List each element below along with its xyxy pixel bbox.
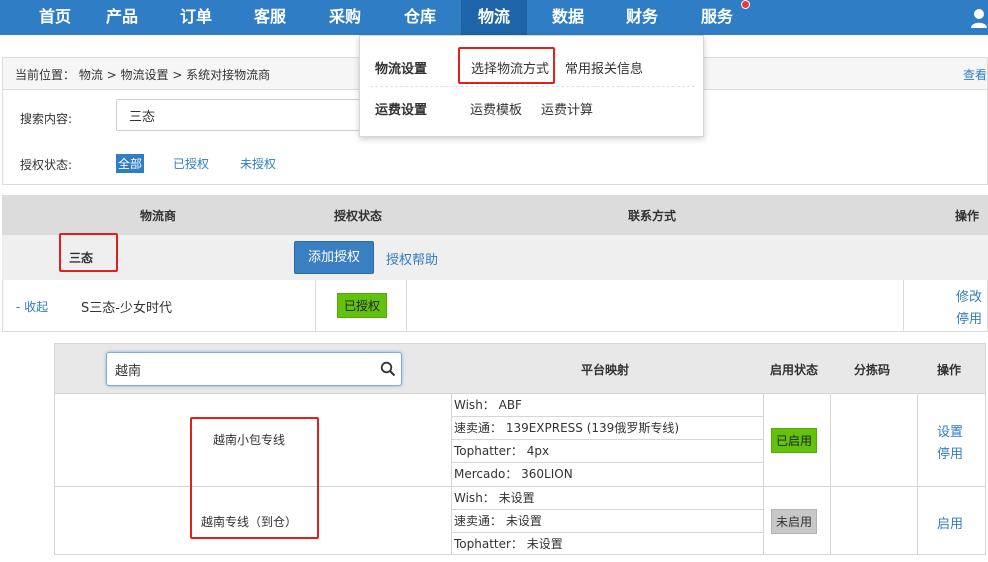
search-input[interactable] [116,99,376,131]
highlight-box [59,233,118,272]
platform-mapping: Tophatter： 未设置 [454,537,563,551]
platform-mapping: 速卖通： 未设置 [452,510,763,533]
header-carrier: 物流商 [140,209,177,223]
divider [903,280,904,332]
auth-status-label: 授权状态: [20,158,73,172]
authorized-badge: 已授权 [337,293,388,318]
platform-mapping: 速卖通： 139EXPRESS (139俄罗斯专线) [452,417,763,440]
header-enable-status: 启用状态 [770,363,819,377]
platform-mapping: Tophatter： 4px [452,440,763,463]
platform-mapping: Wish： 未设置 [452,487,763,510]
highlight-box [458,47,555,84]
search-icon[interactable] [380,361,396,377]
carrier-group-row: 三态 添加授权 授权帮助 [2,235,988,280]
auth-filter-all[interactable]: 全部 [116,154,145,173]
nav-data[interactable]: 数据 [535,0,601,35]
logistics-settings-title: 物流设置 [375,62,428,77]
search-label: 搜索内容: [20,112,73,126]
authorization-help-link[interactable]: 授权帮助 [386,249,438,268]
highlight-box [190,417,319,539]
add-authorization-button[interactable]: 添加授权 [294,241,374,274]
channel-search-input[interactable] [106,352,402,386]
nav-logistics[interactable]: 物流 [461,0,527,35]
table-header: 物流商 授权状态 联系方式 操作 [2,195,988,235]
disabled-badge: 未启用 [771,509,818,534]
divider [830,487,831,554]
menu-item-customs-info[interactable]: 常用报关信息 [565,58,643,77]
platform-mapping: Mercado： 360LION [454,467,573,481]
platform-mapping: Wish： ABF [452,394,763,417]
nav-warehouse[interactable]: 仓库 [387,0,453,35]
vendor-name: S三态-少女时代 [81,301,172,316]
nav-finance[interactable]: 财务 [609,0,675,35]
auth-filter-authorized[interactable]: 已授权 [171,154,211,173]
divider [763,394,764,486]
divider [370,86,695,87]
auth-filter-unauthorized[interactable]: 未授权 [238,154,278,173]
header-actions: 操作 [955,209,980,223]
disable-channel-link[interactable]: 停用 [937,443,963,462]
view-link[interactable]: 查看 [963,66,987,83]
subtable-header: 平台映射 启用状态 分拣码 操作 [55,344,985,394]
freight-settings-title: 运费设置 [375,103,428,118]
disable-link[interactable]: 停用 [956,308,982,327]
settings-link[interactable]: 设置 [937,421,963,440]
menu-item-freight-template[interactable]: 运费模板 [470,99,522,118]
nav-orders[interactable]: 订单 [163,0,229,35]
logistics-dropdown-menu: 物流设置 选择物流方式 常用报关信息 运费设置 运费模板 运费计算 [359,35,704,137]
menu-item-freight-calculator[interactable]: 运费计算 [541,99,593,118]
nav-customer-service[interactable]: 客服 [237,0,303,35]
enable-channel-link[interactable]: 启用 [937,513,963,532]
breadcrumb: 当前位置： 物流 > 物流设置 > 系统对接物流商 [15,68,271,82]
edit-link[interactable]: 修改 [956,286,982,305]
header-auth-status: 授权状态 [334,209,383,223]
enabled-badge: 已启用 [771,428,818,453]
top-navigation: 首页 产品 订单 客服 采购 仓库 物流 数据 财务 服务 [0,0,988,35]
header-sort-code: 分拣码 [854,363,891,377]
collapse-link[interactable]: - 收起 [16,298,48,315]
nav-purchasing[interactable]: 采购 [312,0,378,35]
divider [917,487,918,554]
divider [763,487,764,554]
user-icon[interactable] [970,7,988,29]
notification-dot [741,0,750,9]
divider [917,394,918,486]
divider [830,394,831,486]
table-row: - 收起 S三态-少女时代 已授权 修改 停用 [2,280,988,332]
nav-home[interactable]: 首页 [22,0,88,35]
header-contact: 联系方式 [628,209,677,223]
divider [406,280,407,332]
divider [315,280,316,332]
nav-products[interactable]: 产品 [89,0,155,35]
header-platform-mapping: 平台映射 [581,363,630,377]
header-subtable-actions: 操作 [937,363,962,377]
